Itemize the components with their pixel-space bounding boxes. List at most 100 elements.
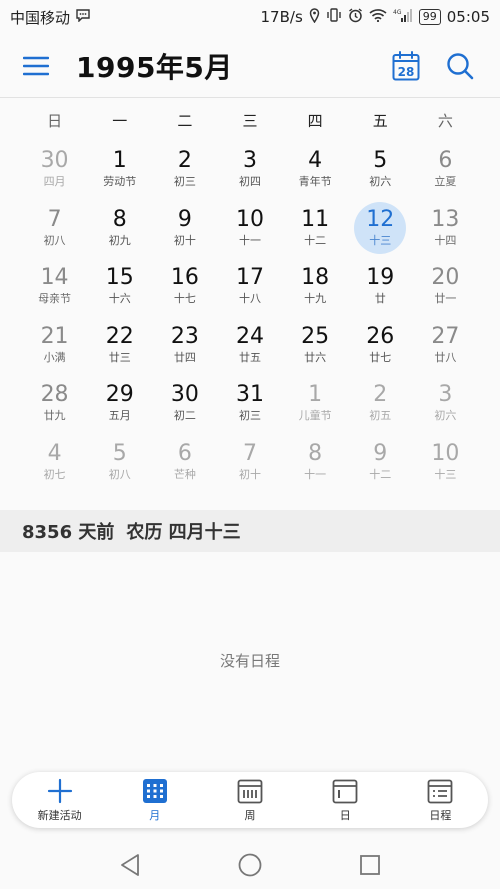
new-event-button[interactable]: 新建活动 xyxy=(12,772,107,828)
day-cell[interactable]: 29 五月 xyxy=(87,374,152,433)
day-cell[interactable]: 13 十四 xyxy=(413,199,478,258)
day-cell[interactable]: 16 十七 xyxy=(152,257,217,316)
lunar-label: 初三 xyxy=(173,175,196,189)
day-cell[interactable]: 1 劳动节 xyxy=(87,140,152,199)
week-view-tab[interactable]: 周 xyxy=(202,772,297,828)
lunar-label: 十二 xyxy=(304,233,327,247)
lunar-label: 廿六 xyxy=(304,350,327,364)
day-cell[interactable]: 10 十三 xyxy=(413,433,478,492)
lunar-label: 廿 xyxy=(374,292,386,306)
status-bar: 中国移动 17B/s 4G 99 05:05 xyxy=(0,0,500,34)
lunar-label: 廿九 xyxy=(43,409,66,423)
search-icon xyxy=(447,52,474,79)
back-icon[interactable] xyxy=(114,849,146,881)
day-cell[interactable]: 28 廿九 xyxy=(22,374,87,433)
lunar-label: 十一 xyxy=(238,233,261,247)
day-cell[interactable]: 9 十二 xyxy=(348,433,413,492)
day-cell[interactable]: 3 初六 xyxy=(413,374,478,433)
lunar-label: 十九 xyxy=(304,292,327,306)
day-cell[interactable]: 8 十一 xyxy=(283,433,348,492)
day-number: 18 xyxy=(301,265,330,291)
day-cell[interactable]: 26 廿七 xyxy=(348,316,413,375)
day-cell[interactable]: 9 初十 xyxy=(152,199,217,258)
month-title[interactable]: 1995年5月 xyxy=(76,46,372,86)
lunar-label: 母亲节 xyxy=(38,292,72,306)
lunar-label: 初六 xyxy=(369,175,392,189)
day-cell[interactable]: 6 芒种 xyxy=(152,433,217,492)
lunar-label: 十四 xyxy=(434,233,457,247)
day-cell[interactable]: 10 十一 xyxy=(217,199,282,258)
toolbar-label: 月 xyxy=(149,809,161,822)
lunar-label: 廿一 xyxy=(434,292,457,306)
day-cell[interactable]: 18 十九 xyxy=(283,257,348,316)
day-number: 6 xyxy=(438,148,453,174)
day-cell[interactable]: 7 初十 xyxy=(217,433,282,492)
day-number: 12 xyxy=(366,206,395,232)
day-cell[interactable]: 4 青年节 xyxy=(283,140,348,199)
day-cell[interactable]: 1 儿童节 xyxy=(283,374,348,433)
lunar-label: 十二 xyxy=(369,467,392,481)
day-cell[interactable]: 24 廿五 xyxy=(217,316,282,375)
day-number: 26 xyxy=(366,323,395,349)
menu-icon[interactable] xyxy=(20,50,52,82)
day-cell[interactable]: 3 初四 xyxy=(217,140,282,199)
day-number: 8 xyxy=(308,440,323,466)
day-cell[interactable]: 21 小满 xyxy=(22,316,87,375)
day-cell[interactable]: 11 十二 xyxy=(283,199,348,258)
day-cell[interactable]: 4 初七 xyxy=(22,433,87,492)
day-cell[interactable]: 8 初九 xyxy=(87,199,152,258)
recents-icon[interactable] xyxy=(354,849,386,881)
day-cell[interactable]: 6 立夏 xyxy=(413,140,478,199)
day-cell[interactable]: 5 初八 xyxy=(87,433,152,492)
no-events-text: 没有日程 xyxy=(219,652,280,670)
day-number: 16 xyxy=(170,265,199,291)
day-number: 14 xyxy=(40,265,69,291)
lunar-label: 初十 xyxy=(238,467,261,481)
weekday-label: 日 xyxy=(47,112,63,130)
day-cell[interactable]: 31 初三 xyxy=(217,374,282,433)
day-cell[interactable]: 22 廿三 xyxy=(87,316,152,375)
plus-icon xyxy=(47,777,73,805)
day-cell[interactable]: 14 母亲节 xyxy=(22,257,87,316)
day-cell[interactable]: 2 初五 xyxy=(348,374,413,433)
day-cell[interactable]: 30 初二 xyxy=(152,374,217,433)
day-number: 19 xyxy=(366,265,395,291)
day-view-tab[interactable]: 日 xyxy=(298,772,393,828)
calendar-today-icon: 28 xyxy=(392,50,420,80)
day-number: 3 xyxy=(242,148,257,174)
selected-date-info: 8356 天前 农历 四月十三 xyxy=(0,510,500,552)
day-cell[interactable]: 5 初六 xyxy=(348,140,413,199)
search-button[interactable] xyxy=(440,46,480,86)
day-number: 4 xyxy=(47,440,62,466)
lunar-label: 初十 xyxy=(173,233,196,247)
home-icon[interactable] xyxy=(234,849,266,881)
lunar-label: 初八 xyxy=(108,467,131,481)
day-view-icon xyxy=(332,777,358,805)
lunar-label: 廿五 xyxy=(238,350,261,364)
today-button[interactable]: 28 xyxy=(386,46,426,86)
day-cell[interactable]: 2 初三 xyxy=(152,140,217,199)
day-cell[interactable]: 17 十八 xyxy=(217,257,282,316)
day-cell[interactable]: 23 廿四 xyxy=(152,316,217,375)
signal-icon: 4G xyxy=(393,8,413,27)
day-cell-selected[interactable]: 12 十三 xyxy=(348,199,413,258)
lunar-label: 青年节 xyxy=(298,175,332,189)
day-cell[interactable]: 27 廿八 xyxy=(413,316,478,375)
lunar-label: 廿三 xyxy=(108,350,131,364)
day-cell[interactable]: 19 廿 xyxy=(348,257,413,316)
day-number: 11 xyxy=(301,206,330,232)
day-cell[interactable]: 25 廿六 xyxy=(283,316,348,375)
month-view-tab[interactable]: 月 xyxy=(107,772,202,828)
lunar-label: 儿童节 xyxy=(298,409,332,423)
day-cell[interactable]: 7 初八 xyxy=(22,199,87,258)
lunar-label: 初六 xyxy=(434,409,457,423)
day-cell[interactable]: 20 廿一 xyxy=(413,257,478,316)
day-number: 29 xyxy=(105,382,134,408)
day-cell[interactable]: 30 四月 xyxy=(22,140,87,199)
lunar-label: 初二 xyxy=(173,409,196,423)
day-cell[interactable]: 15 十六 xyxy=(87,257,152,316)
lunar-label: 初四 xyxy=(238,175,261,189)
agenda-view-tab[interactable]: 日程 xyxy=(393,772,488,828)
day-number: 24 xyxy=(235,323,264,349)
lunar-label: 初三 xyxy=(238,409,261,423)
